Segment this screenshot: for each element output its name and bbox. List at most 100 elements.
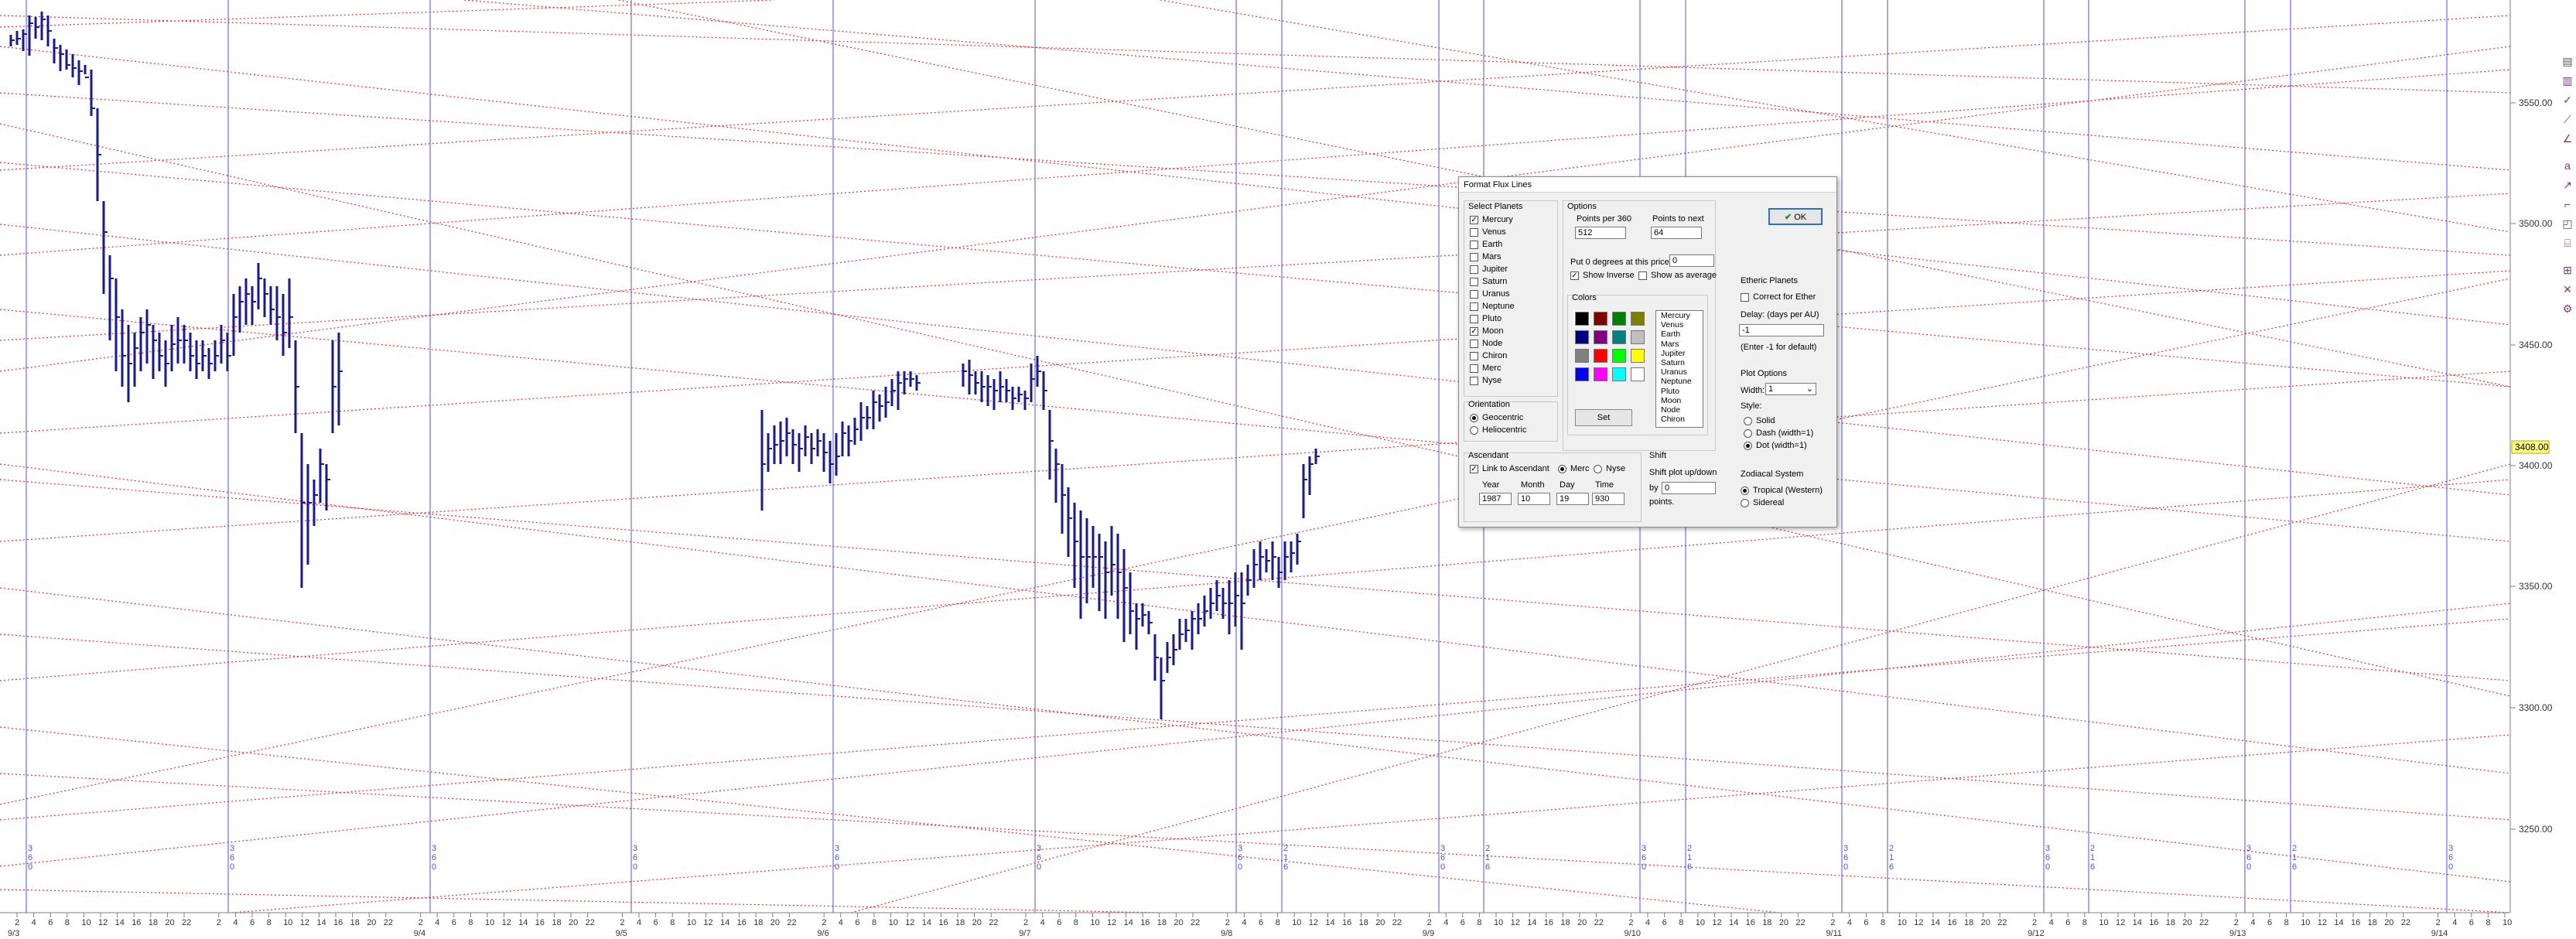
format-flux-lines-dialog[interactable]: Format Flux Lines Select Planets ✓ Mercur… <box>1458 176 1837 528</box>
merc-radio[interactable] <box>1558 465 1566 473</box>
vline-label-char: 2 <box>2090 844 2095 853</box>
vline-label-char: 0 <box>1843 862 1848 872</box>
color-list-item[interactable]: Earth <box>1659 330 1703 339</box>
width-select[interactable]: 1 ⌄ <box>1765 383 1816 395</box>
solid-radio[interactable] <box>1744 417 1752 425</box>
cross-tool-icon[interactable]: ✕ <box>2561 282 2574 296</box>
color-swatch[interactable] <box>1612 367 1626 381</box>
color-list-item[interactable]: Mercury <box>1659 311 1703 320</box>
hour-label: 2 <box>419 918 423 927</box>
planet-checkbox-jupiter[interactable] <box>1470 265 1478 274</box>
show-inverse-checkbox[interactable]: ✓ <box>1570 271 1579 280</box>
color-swatch[interactable] <box>1575 367 1589 381</box>
show-average-checkbox[interactable] <box>1638 271 1647 280</box>
color-swatch[interactable] <box>1573 310 1590 327</box>
shift-input[interactable]: 0 <box>1662 482 1716 494</box>
hour-label: 10 <box>81 918 91 927</box>
correct-ether-checkbox[interactable] <box>1741 293 1749 302</box>
color-swatch[interactable] <box>1612 312 1626 326</box>
planet-checkbox-merc[interactable] <box>1470 364 1478 373</box>
color-swatch[interactable] <box>1631 367 1645 381</box>
hour-label: 22 <box>2199 918 2209 927</box>
vline-label-char: 3 <box>1642 844 1646 853</box>
color-swatch[interactable] <box>1631 312 1645 326</box>
color-swatch[interactable] <box>1594 367 1607 381</box>
month-input[interactable]: 10 <box>1518 493 1550 505</box>
heliocentric-label: Heliocentric <box>1482 425 1527 435</box>
planet-checkbox-moon[interactable]: ✓ <box>1470 327 1478 336</box>
color-swatch[interactable] <box>1594 312 1607 326</box>
color-swatch[interactable] <box>1594 330 1607 344</box>
planet-checkbox-node[interactable] <box>1470 340 1478 348</box>
color-list-item[interactable]: Jupiter <box>1659 349 1703 358</box>
ruler-tool-icon[interactable]: ⌐ <box>2561 197 2574 211</box>
color-list-item[interactable]: Saturn <box>1659 358 1703 367</box>
text-tool-icon[interactable]: a <box>2561 159 2574 172</box>
color-list-item[interactable]: Neptune <box>1659 377 1703 386</box>
check-tool-icon[interactable]: ✓ <box>2561 93 2574 107</box>
color-list-item[interactable]: Venus <box>1659 320 1703 330</box>
color-swatch[interactable] <box>1594 349 1607 363</box>
vline-label-char: 0 <box>835 862 839 872</box>
points-to-next-input[interactable]: 64 <box>1651 227 1702 239</box>
ok-button[interactable]: ✔ OK <box>1768 208 1823 225</box>
hour-label: 10 <box>889 918 898 927</box>
color-swatch[interactable] <box>1612 330 1626 344</box>
set-button[interactable]: Set <box>1575 409 1632 426</box>
planet-checkbox-mercury[interactable]: ✓ <box>1470 216 1478 224</box>
tropical-radio[interactable] <box>1741 487 1749 495</box>
hour-label: 10 <box>1494 918 1503 927</box>
put0-input[interactable]: 0 <box>1669 254 1714 267</box>
color-list-item[interactable]: Pluto <box>1659 387 1703 396</box>
planet-checkbox-neptune[interactable] <box>1470 302 1478 311</box>
line-tool-icon[interactable]: ⟋ <box>2561 112 2574 126</box>
color-swatch[interactable] <box>1612 349 1626 363</box>
delay-input[interactable]: -1 <box>1739 324 1824 336</box>
color-list-item[interactable]: Mars <box>1659 340 1703 349</box>
check-icon: ✔ <box>1784 213 1792 222</box>
hour-label: 4 <box>435 918 439 927</box>
color-list-item[interactable]: Uranus <box>1659 367 1703 377</box>
angle-tool-icon[interactable]: ∠ <box>2561 131 2574 145</box>
color-swatch[interactable] <box>1631 330 1645 344</box>
color-swatch[interactable] <box>1575 349 1589 363</box>
color-swatch[interactable] <box>1631 349 1645 363</box>
hour-label: 2 <box>1225 918 1230 927</box>
planet-checkbox-chiron[interactable] <box>1470 352 1478 360</box>
gear-icon[interactable]: ⚙ <box>2561 302 2574 316</box>
color-list-item[interactable]: Chiron <box>1659 415 1703 424</box>
options-label: Options <box>1567 202 1597 211</box>
link-ascendant-checkbox[interactable]: ✓ <box>1470 465 1478 473</box>
time-input[interactable]: 930 <box>1592 493 1625 505</box>
hour-label: 4 <box>1443 918 1448 927</box>
arrow-tool-icon[interactable]: ↗ <box>2561 178 2574 192</box>
planet-checkbox-venus[interactable] <box>1470 228 1478 237</box>
points-per-360-input[interactable]: 512 <box>1575 227 1626 239</box>
dash-radio[interactable] <box>1744 429 1752 438</box>
dot-radio[interactable] <box>1744 442 1752 450</box>
shape-tool-icon[interactable]: ◰ <box>2561 217 2574 230</box>
planet-checkbox-pluto[interactable] <box>1470 315 1478 323</box>
planet-checkbox-uranus[interactable] <box>1470 290 1478 299</box>
planet-checkbox-earth[interactable] <box>1470 241 1478 249</box>
nyse-radio[interactable] <box>1594 465 1602 473</box>
planet-checkbox-mars[interactable] <box>1470 253 1478 261</box>
color-list-item[interactable]: Node <box>1659 405 1703 415</box>
bars-tool-icon[interactable]: ▤ <box>2561 54 2574 68</box>
cylinder-tool-icon[interactable]: ⌸ <box>2561 236 2574 250</box>
bars-tool-icon-2[interactable]: ▥ <box>2561 73 2574 87</box>
grid-tool-icon[interactable]: ⊞ <box>2561 263 2574 277</box>
planet-checkbox-nyse[interactable] <box>1470 377 1478 385</box>
year-input[interactable]: 1987 <box>1479 493 1512 505</box>
planet-color-listbox[interactable]: Mercury Venus Earth Mars Jupiter Saturn Uranus… <box>1655 310 1703 428</box>
planet-label: Jupiter <box>1482 265 1508 274</box>
sidereal-radio[interactable] <box>1741 499 1749 507</box>
hour-label: 16 <box>1544 918 1553 927</box>
color-list-item[interactable]: Moon <box>1659 396 1703 405</box>
heliocentric-radio[interactable] <box>1470 426 1478 435</box>
geocentric-radio[interactable] <box>1470 414 1478 422</box>
day-input[interactable]: 19 <box>1556 493 1589 505</box>
planet-checkbox-saturn[interactable] <box>1470 278 1478 286</box>
price-chart[interactable]: 3550.00 3500.00 3450.00 3400.00 3350.00 3300.… <box>0 0 2576 939</box>
color-swatch[interactable] <box>1575 330 1589 344</box>
